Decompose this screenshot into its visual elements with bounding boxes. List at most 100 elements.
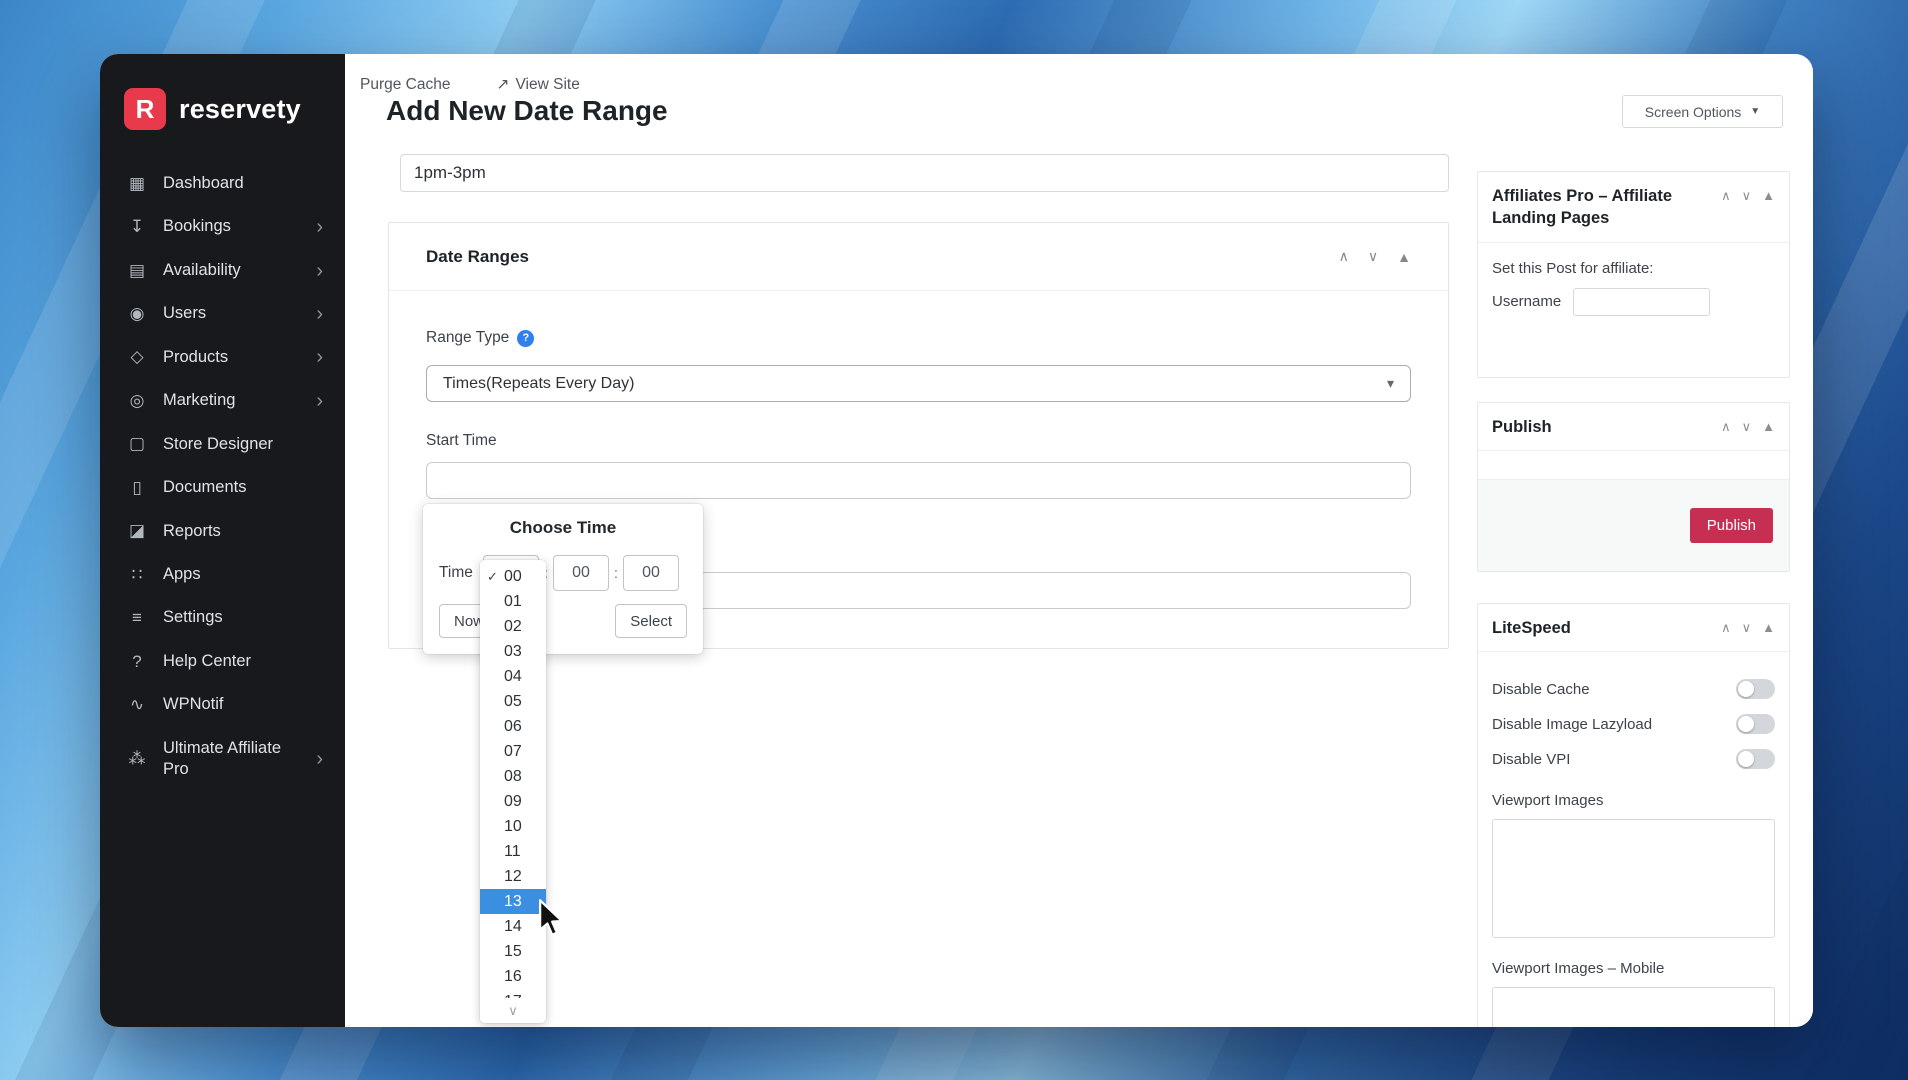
hour-option-label: 06 xyxy=(504,717,522,735)
publish-button[interactable]: Publish xyxy=(1689,508,1773,543)
hour-option-01[interactable]: 01 xyxy=(480,589,546,614)
litespeed-setting-disable-cache: Disable Cache xyxy=(1492,678,1775,700)
affiliates-panel-title: Affiliates Pro – Affiliate Landing Pages xyxy=(1492,187,1673,228)
help-icon[interactable]: ? xyxy=(517,329,535,347)
hour-option-04[interactable]: 04 xyxy=(480,664,546,689)
scroll-down-indicator[interactable]: ∨ xyxy=(480,998,546,1023)
hour-option-16[interactable]: 16 xyxy=(480,964,546,989)
chevron-right-icon: › xyxy=(316,259,323,282)
divider xyxy=(1478,450,1789,452)
range-type-label: Range Type xyxy=(426,329,510,346)
order-up-icon[interactable]: ∧ xyxy=(1721,620,1731,639)
sidebar-item-reports[interactable]: ◪ Reports › xyxy=(100,510,345,553)
hour-option-label: 12 xyxy=(504,867,522,885)
metabox-controls: ∧ ∨ ▲ xyxy=(1339,248,1411,265)
sidebar-item-documents[interactable]: ▯ Documents › xyxy=(100,466,345,509)
sidebar-item-bookings[interactable]: ↧ Bookings › xyxy=(100,205,345,248)
sidebar-item-apps[interactable]: ∷ Apps › xyxy=(100,553,345,596)
sidebar-item-label: Availability xyxy=(163,260,241,279)
post-title-input[interactable] xyxy=(400,154,1449,192)
affiliate-username-input[interactable] xyxy=(1573,287,1711,316)
hour-option-10[interactable]: 10 xyxy=(480,814,546,839)
order-down-icon[interactable]: ∨ xyxy=(1742,188,1752,230)
sidebar-item-help-center[interactable]: ? Help Center › xyxy=(100,640,345,683)
hour-option-label: 02 xyxy=(504,617,522,635)
range-type-select[interactable]: Times(Repeats Every Day) ▾ xyxy=(426,365,1411,402)
marketing-icon: ◎ xyxy=(129,390,145,410)
sidebar-item-label: Ultimate Affiliate Pro xyxy=(163,738,281,779)
order-up-icon[interactable]: ∧ xyxy=(1339,248,1349,265)
litespeed-panel-body: Disable Cache Disable Image Lazyload Dis… xyxy=(1478,652,1789,1027)
hour-option-label: 10 xyxy=(504,817,522,835)
screen-options-button[interactable]: Screen Options ▼ xyxy=(1622,95,1783,128)
hour-option-08[interactable]: 08 xyxy=(480,764,546,789)
sidebar-item-products[interactable]: ◇ Products › xyxy=(100,336,345,379)
viewport-images-label: Viewport Images xyxy=(1492,792,1604,810)
order-up-icon[interactable]: ∧ xyxy=(1721,188,1731,230)
hour-option-06[interactable]: 06 xyxy=(480,714,546,739)
collapse-panel-icon[interactable]: ▲ xyxy=(1762,188,1775,230)
sidebar-item-settings[interactable]: ≡ Settings › xyxy=(100,596,345,639)
affiliates-panel-body: Set this Post for affiliate: Username xyxy=(1478,243,1789,329)
sidebar-item-users[interactable]: ◉ Users › xyxy=(100,292,345,335)
minute-field[interactable]: 00 xyxy=(553,555,609,591)
sidebar-item-label: Dashboard xyxy=(163,174,244,192)
collapse-panel-icon[interactable]: ▲ xyxy=(1762,419,1775,438)
brand-logo[interactable]: R reservety xyxy=(100,88,345,130)
help-center-icon: ? xyxy=(132,651,142,671)
sidebar-item-availability[interactable]: ▤ Availability › xyxy=(100,249,345,292)
sidebar-item-store-designer[interactable]: ▢ Store Designer › xyxy=(100,423,345,466)
hour-option-label: 09 xyxy=(504,792,522,810)
hour-option-14[interactable]: 14 xyxy=(480,914,546,939)
collapse-panel-icon[interactable]: ▲ xyxy=(1397,249,1411,265)
publish-panel-header: Publish ∧ ∨ ▲ xyxy=(1478,403,1789,450)
hour-option-label: 03 xyxy=(504,642,522,660)
litespeed-setting-disable-image-lazyload: Disable Image Lazyload xyxy=(1492,713,1775,735)
toggle-switch[interactable] xyxy=(1736,679,1775,700)
toggle-switch[interactable] xyxy=(1736,749,1775,770)
sidebar-item-label: Marketing xyxy=(163,391,236,410)
order-up-icon[interactable]: ∧ xyxy=(1721,419,1731,438)
hour-option-label: 01 xyxy=(504,592,522,610)
hour-option-12[interactable]: 12 xyxy=(480,864,546,889)
sidebar-item-label: WPNotif xyxy=(163,695,224,714)
settings-icon: ≡ xyxy=(132,608,142,628)
hour-option-03[interactable]: 03 xyxy=(480,639,546,664)
toggle-switch[interactable] xyxy=(1736,714,1775,735)
viewport-images-textarea[interactable] xyxy=(1492,819,1775,939)
purge-cache-link[interactable]: Purge Cache xyxy=(360,75,450,94)
view-site-link[interactable]: ↗ View Site xyxy=(496,75,579,94)
wpnotif-icon: ∿ xyxy=(129,694,145,714)
hour-option-09[interactable]: 09 xyxy=(480,789,546,814)
hour-option-02[interactable]: 02 xyxy=(480,614,546,639)
chevron-right-icon: › xyxy=(316,216,323,239)
chevron-down-icon: ▾ xyxy=(1386,375,1394,391)
litespeed-panel-header: LiteSpeed ∧ ∨ ▲ xyxy=(1478,604,1789,651)
documents-icon: ▯ xyxy=(132,477,142,497)
select-button[interactable]: Select xyxy=(615,604,687,638)
sidebar-item-dashboard[interactable]: ▦ Dashboard › xyxy=(100,162,345,205)
hour-option-11[interactable]: 11 xyxy=(480,839,546,864)
purge-cache-label: Purge Cache xyxy=(360,75,451,93)
collapse-panel-icon[interactable]: ▲ xyxy=(1762,620,1775,639)
hour-option-05[interactable]: 05 xyxy=(480,689,546,714)
start-time-label-row: Start Time xyxy=(426,432,1411,450)
sidebar-item-marketing[interactable]: ◎ Marketing › xyxy=(100,379,345,422)
hour-option-label: 13 xyxy=(504,892,522,910)
hour-option-13[interactable]: 13 xyxy=(480,889,546,914)
sidebar-item-wpnotif[interactable]: ∿ WPNotif › xyxy=(100,683,345,726)
start-time-input[interactable] xyxy=(426,462,1411,499)
order-down-icon[interactable]: ∨ xyxy=(1742,419,1752,438)
order-down-icon[interactable]: ∨ xyxy=(1742,620,1752,639)
second-field[interactable]: 00 xyxy=(623,555,679,591)
products-icon: ◇ xyxy=(130,347,144,367)
viewport-images-mobile-textarea[interactable] xyxy=(1492,987,1775,1027)
publish-panel: Publish ∧ ∨ ▲ Publish xyxy=(1477,402,1790,572)
hour-option-00[interactable]: 00 xyxy=(480,564,546,589)
order-down-icon[interactable]: ∨ xyxy=(1368,248,1378,265)
hour-option-label: 15 xyxy=(504,942,522,960)
sidebar-item-ultimate-affiliate-pro[interactable]: ⁂ Ultimate Affiliate Pro › xyxy=(100,727,345,792)
hour-option-07[interactable]: 07 xyxy=(480,739,546,764)
affiliates-panel-header: Affiliates Pro – Affiliate Landing Pages… xyxy=(1478,172,1789,242)
hour-option-15[interactable]: 15 xyxy=(480,939,546,964)
